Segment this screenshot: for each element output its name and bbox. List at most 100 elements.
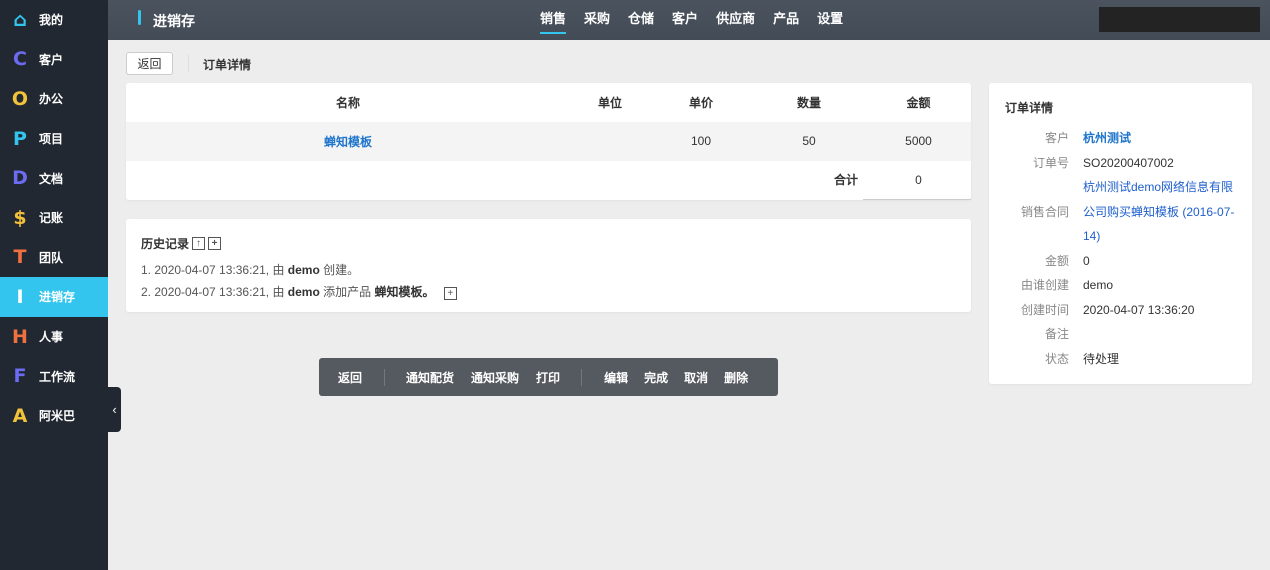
sidebar-item[interactable]: A 阿米巴 (0, 396, 108, 436)
search-input[interactable] (1099, 7, 1270, 32)
edit-button[interactable]: 编辑 (604, 369, 628, 386)
letter-o-icon: O (11, 87, 29, 110)
notify-delivery-button[interactable]: 通知配货 (406, 369, 454, 386)
letter-c-icon: C (13, 48, 27, 71)
nav-tab[interactable]: 销售 (540, 0, 567, 34)
app-indicator-icon (138, 10, 141, 25)
sidebar: ⌂ 我的 C 客户 O 办公 P 项目 D 文档 $ 记账 T 团队 I 进销存 H 人事 F 工作流 A 阿米巴 (0, 0, 108, 570)
info-row: 创建时间 2020-04-07 13:36:20 (1005, 298, 1236, 323)
info-label: 金额 (1044, 253, 1069, 268)
chevron-left-icon: ‹ (112, 402, 117, 417)
table-header: 名称 单位 单价 数量 金额 (126, 83, 971, 122)
dollar-icon: $ (13, 206, 27, 229)
back-button[interactable]: 返回 (126, 52, 173, 75)
info-row: 销售合同 杭州测试demo网络信息有限公司购买蝉知模板 (2016-07-14) (1005, 175, 1236, 249)
info-row: 状态 待处理 (1005, 347, 1236, 372)
info-label: 由谁创建 (1020, 278, 1069, 292)
info-row: 金额 0 (1005, 249, 1236, 274)
collapse-sidebar-button[interactable]: ‹ (108, 387, 121, 432)
info-label: 订单号 (1032, 155, 1069, 170)
info-label: 创建时间 (1020, 302, 1069, 317)
sidebar-item[interactable]: $ 记账 (0, 198, 108, 238)
sidebar-item[interactable]: C 客户 (0, 40, 108, 80)
info-value (1083, 322, 1236, 347)
info-label: 状态 (1044, 351, 1069, 366)
info-label: 客户 (1044, 131, 1069, 145)
total-label: 合计 (833, 173, 858, 188)
sidebar-item[interactable]: T 团队 (0, 238, 108, 278)
nav-tab[interactable]: 设置 (817, 0, 843, 34)
contract-link[interactable]: 杭州测试demo网络信息有限公司购买蝉知模板 (2016-07-14) (1083, 175, 1236, 249)
info-label: 销售合同 (1020, 204, 1069, 219)
nav-tab[interactable]: 采购 (584, 0, 610, 34)
search-box (1099, 7, 1270, 32)
sidebar-item-label: 我的 (39, 13, 64, 28)
col-unit: 单位 (597, 96, 622, 110)
nav-tab[interactable]: 供应商 (716, 0, 755, 34)
table-row: 蝉知模板 100 50 5000 (126, 122, 971, 161)
sidebar-item[interactable]: F 工作流 (0, 356, 108, 396)
col-name: 名称 (335, 96, 360, 110)
info-row: 订单号 SO20200407002 (1005, 151, 1236, 176)
info-value: 待处理 (1083, 351, 1120, 366)
divider (863, 199, 971, 200)
sidebar-item[interactable]: I 进销存 (0, 277, 108, 317)
total-row: 合计 0 (126, 161, 971, 200)
letter-p-icon: P (13, 127, 27, 150)
cell-price: 100 (690, 134, 712, 149)
sidebar-item-label: 人事 (39, 330, 64, 345)
total-value: 0 (915, 172, 922, 187)
sidebar-item-label: 记账 (39, 211, 64, 226)
cell-amount: 5000 (905, 134, 932, 149)
sidebar-item-label: 办公 (39, 92, 64, 107)
nav-tab[interactable]: 仓储 (628, 0, 654, 34)
customer-link[interactable]: 杭州测试 (1083, 126, 1236, 151)
action-toolbar: 返回 通知配货 通知采购 打印 编辑 完成 取消 删除 (319, 358, 778, 396)
sidebar-item[interactable]: P 项目 (0, 119, 108, 159)
info-value: demo (1083, 278, 1114, 292)
info-title: 订单详情 (1005, 101, 1054, 115)
order-info-card: 订单详情 客户 杭州测试 订单号 SO20200407002 销售合同 杭州测试demo网… (989, 83, 1252, 384)
sidebar-item[interactable]: D 文档 (0, 158, 108, 198)
expand-all-icon[interactable]: + (208, 237, 222, 250)
sidebar-item-label: 阿米巴 (39, 409, 76, 424)
cancel-button[interactable]: 取消 (684, 369, 708, 386)
letter-t-icon: T (13, 246, 27, 269)
products-table: 名称 单位 单价 数量 金额 蝉知模板 100 50 5000 合计 0 (126, 83, 971, 200)
sidebar-item[interactable]: O 办公 (0, 79, 108, 119)
info-row: 由谁创建 demo (1005, 273, 1236, 298)
info-row: 客户 杭州测试 (1005, 126, 1236, 151)
col-qty: 数量 (796, 96, 821, 110)
print-button[interactable]: 打印 (536, 369, 560, 386)
nav-tab[interactable]: 产品 (773, 0, 799, 34)
divider (188, 55, 189, 72)
history-entry: 2. 2020-04-07 13:36:21, 由 demo 添加产品 蝉知模板… (141, 281, 956, 303)
app-title: 进销存 (153, 13, 195, 29)
nav-tab[interactable]: 客户 (672, 0, 698, 34)
cell-qty: 50 (802, 134, 816, 149)
info-label: 备注 (1044, 327, 1069, 341)
sort-up-icon[interactable]: ↑ (192, 237, 206, 250)
back-action-button[interactable]: 返回 (338, 369, 362, 386)
sidebar-item-label: 文档 (39, 171, 64, 186)
col-price: 单价 (688, 96, 713, 110)
info-value: SO20200407002 (1083, 155, 1174, 170)
history-entry: 1. 2020-04-07 13:36:21, 由 demo 创建。 (141, 263, 360, 277)
letter-d-icon: D (12, 167, 28, 190)
expand-icon[interactable]: + (443, 287, 457, 300)
info-value: 2020-04-07 13:36:20 (1083, 302, 1195, 317)
info-value: 0 (1083, 253, 1090, 268)
letter-a-icon: A (12, 404, 28, 427)
page-title: 订单详情 (203, 58, 252, 72)
sidebar-item[interactable]: ⌂ 我的 (0, 0, 108, 40)
product-link[interactable]: 蝉知模板 (324, 135, 372, 149)
divider (581, 368, 583, 386)
finish-button[interactable]: 完成 (644, 369, 668, 386)
letter-f-icon: F (13, 365, 27, 388)
sidebar-item[interactable]: H 人事 (0, 317, 108, 357)
sidebar-item-label: 客户 (39, 52, 64, 67)
delete-button[interactable]: 删除 (724, 369, 748, 386)
top-header: 进销存 销售 采购 仓储 客户 供应商 产品 设置 (108, 0, 1270, 40)
notify-purchase-button[interactable]: 通知采购 (471, 369, 519, 386)
history-card: 历史记录 ↑ + 1. 2020-04-07 13:36:21, 由 demo … (126, 219, 971, 312)
